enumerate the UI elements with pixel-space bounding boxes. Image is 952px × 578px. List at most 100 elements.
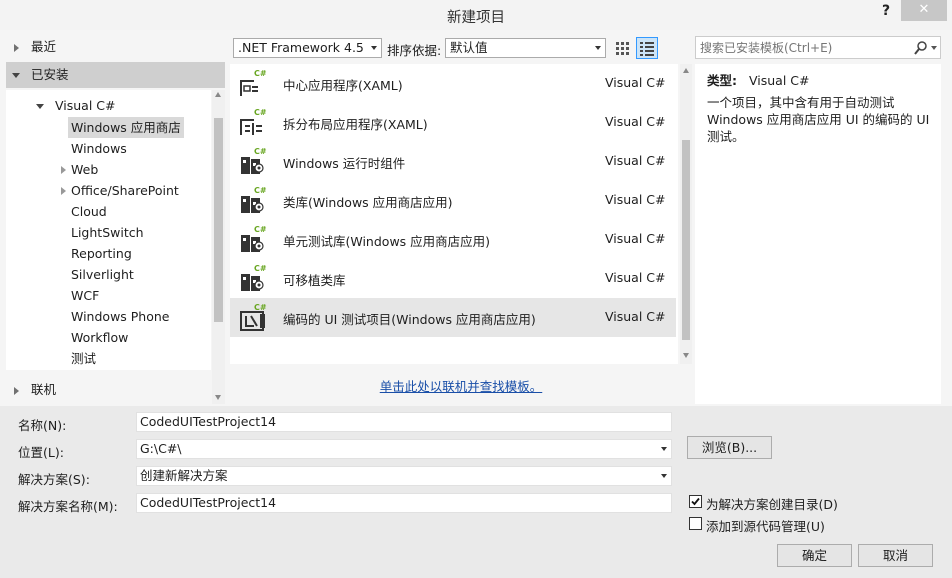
template-list-scrollbar[interactable] [680,64,692,364]
tree-node-label: 联机 [30,382,56,397]
tree-node-installed[interactable]: 已安装 [6,62,225,88]
ok-button[interactable]: 确定 [777,544,852,567]
chevron-down-icon[interactable] [931,46,937,50]
grid-view-button[interactable] [612,38,632,58]
template-language: Visual C# [605,114,666,129]
tree-node-recent[interactable]: 最近 [14,36,56,57]
template-name: 拆分布局应用程序(XAML) [283,117,428,132]
framework-select[interactable]: .NET Framework 4.5 [233,38,382,58]
type-label: 类型: [707,73,737,88]
create-directory-label[interactable]: 为解决方案创建目录(D) [706,494,838,513]
template-row-runtime-component[interactable]: C# Windows 运行时组件 Visual C# [230,142,676,181]
scroll-up-icon[interactable] [683,68,689,73]
runtime-component-icon: C# [241,147,267,174]
template-row-unit-test-library[interactable]: C# 单元测试库(Windows 应用商店应用) Visual C# [230,220,676,259]
hub-app-icon: C# [240,69,267,96]
scroll-up-icon[interactable] [215,92,221,97]
portable-library-icon: C# [241,264,267,291]
template-name: 编码的 UI 测试项目(Windows 应用商店应用) [283,312,536,327]
template-language: Visual C# [605,75,666,90]
solution-name-field[interactable]: CodedUITestProject14 [136,493,672,513]
create-directory-checkbox[interactable] [689,495,702,508]
scroll-down-icon[interactable] [683,353,689,358]
template-description: 一个项目，其中含有用于自动测试 Windows 应用商店应用 UI 的编码的 U… [707,95,930,144]
tree-item-cloud[interactable]: Cloud [71,201,107,222]
template-name: 单元测试库(Windows 应用商店应用) [283,234,491,249]
add-to-source-control-checkbox[interactable] [689,517,702,530]
template-row-class-library[interactable]: C# 类库(Windows 应用商店应用) Visual C# [230,181,676,220]
close-button[interactable]: ✕ [901,0,947,21]
location-label: 位置(L): [18,445,64,460]
search-icon[interactable] [913,40,929,56]
browse-button[interactable]: 浏览(B)... [687,436,772,459]
template-toolbar: .NET Framework 4.5 排序依据: 默认值 [230,36,690,60]
class-library-icon: C# [241,186,267,213]
tree-item-windows[interactable]: Windows [71,138,127,159]
tree-node-online[interactable]: 联机 [14,379,56,400]
tree-node-label: Visual C# [54,98,116,113]
window-title: 新建项目 [447,10,505,26]
tree-node-visual-csharp[interactable]: Visual C# [36,95,115,116]
search-box[interactable] [695,36,941,59]
template-language: Visual C# [605,309,666,324]
split-app-icon: C# [240,108,267,135]
template-row-split-app[interactable]: C# 拆分布局应用程序(XAML) Visual C# [230,103,676,142]
close-icon: ✕ [918,2,930,17]
tree-item-test[interactable]: 测试 [71,348,96,369]
search-input[interactable] [700,39,900,56]
collapse-arrow-icon [12,73,20,78]
online-templates-link[interactable]: 单击此处以联机并查找模板。 [230,376,692,395]
grid-view-icon [616,42,629,55]
sort-label: 排序依据: [387,43,442,58]
tree-item-workflow[interactable]: Workflow [71,327,128,348]
template-name: 可移植类库 [283,273,346,288]
template-language: Visual C# [605,192,666,207]
tree-item-windows-phone[interactable]: Windows Phone [71,306,170,327]
unit-test-library-icon: C# [241,225,267,252]
template-name: 中心应用程序(XAML) [283,78,403,93]
expand-arrow-icon [61,187,66,195]
svg-text:C#: C# [254,69,267,78]
tree-item-lightswitch[interactable]: LightSwitch [71,222,144,243]
cancel-button[interactable]: 取消 [858,544,933,567]
tree-node-label: 最近 [30,39,56,54]
template-row-coded-ui-test[interactable]: C# 编码的 UI 测试项目(Windows 应用商店应用) Visual C# [230,298,676,337]
template-row-portable-library[interactable]: C# 可移植类库 Visual C# [230,259,676,298]
framework-select-value: .NET Framework 4.5 [238,40,364,55]
add-to-source-control-label[interactable]: 添加到源代码管理(U) [706,516,825,535]
scrollbar-thumb[interactable] [682,140,690,340]
chevron-down-icon[interactable] [661,447,667,451]
scroll-down-icon[interactable] [215,395,221,400]
tree-scrollbar[interactable] [212,90,225,404]
template-language: Visual C# [605,231,666,246]
svg-text:C#: C# [254,147,267,156]
location-field[interactable]: G:\C#\ [136,439,672,459]
tree-item-web[interactable]: Web [61,159,98,180]
project-name-field[interactable]: CodedUITestProject14 [136,412,672,432]
tree-item-silverlight[interactable]: Silverlight [71,264,134,285]
solution-name-label: 解决方案名称(M): [18,499,118,514]
tree-item-windows-store[interactable]: Windows 应用商店 [68,117,184,138]
solution-select[interactable]: 创建新解决方案 [136,466,672,486]
tree-item-wcf[interactable]: WCF [71,285,99,306]
tree-item-office-sharepoint[interactable]: Office/SharePoint [61,180,179,201]
sort-select[interactable]: 默认值 [445,38,606,58]
scrollbar-thumb[interactable] [214,118,223,322]
chevron-down-icon [595,46,601,50]
type-line: 类型: Visual C# [707,70,809,89]
svg-text:C#: C# [254,108,267,117]
template-row-hub-app[interactable]: C# 中心应用程序(XAML) Visual C# [230,64,676,103]
type-value: Visual C# [748,73,810,88]
template-language: Visual C# [605,153,666,168]
collapse-arrow-icon [36,104,44,109]
help-button[interactable]: ? [872,0,900,22]
chevron-down-icon [371,46,377,50]
sort-select-value: 默认值 [450,40,488,55]
tree-item-reporting[interactable]: Reporting [71,243,132,264]
expand-arrow-icon [14,43,19,52]
list-view-button[interactable] [636,37,658,59]
template-language: Visual C# [605,270,666,285]
location-value: G:\C#\ [140,441,182,456]
tree-item-label: Office/SharePoint [71,183,179,198]
solution-value: 创建新解决方案 [140,468,228,483]
